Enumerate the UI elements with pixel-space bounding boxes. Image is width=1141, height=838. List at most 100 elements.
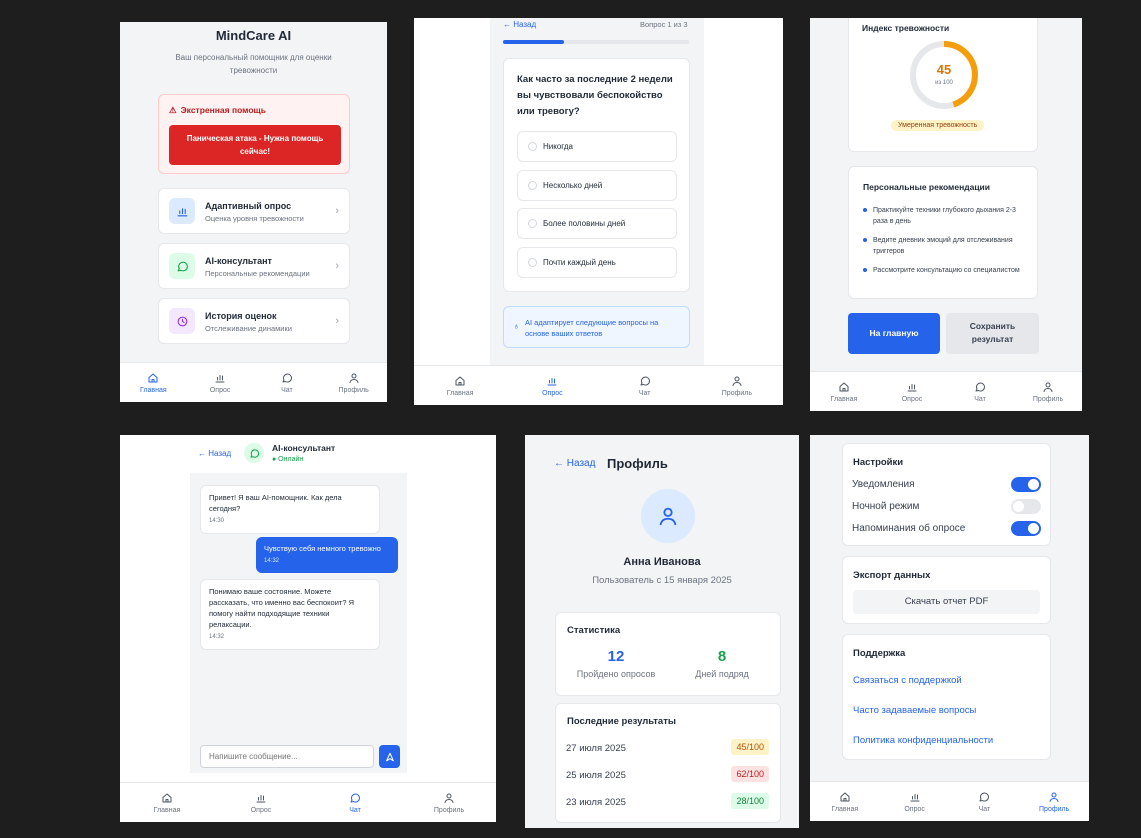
question-text: Как часто за последние 2 недели вы чувст… bbox=[517, 74, 673, 117]
option-almost-daily[interactable]: Почти каждый день bbox=[517, 247, 677, 278]
recommendation-item: Практикуйте техники глубокого дыхания 2-… bbox=[863, 205, 1028, 227]
nav-survey[interactable]: Опрос bbox=[878, 372, 946, 411]
user-icon bbox=[659, 507, 677, 526]
nav-survey[interactable]: Опрос bbox=[187, 363, 254, 402]
nav-profile[interactable]: Профиль bbox=[320, 363, 387, 402]
nav-home[interactable]: Главная bbox=[414, 366, 506, 405]
bottom-nav: Главная Опрос Чат Профиль bbox=[414, 365, 783, 405]
send-button[interactable] bbox=[379, 745, 400, 768]
nav-home[interactable]: Главная bbox=[810, 782, 880, 821]
streak-label: Дней подряд bbox=[695, 669, 749, 679]
option-several-days[interactable]: Несколько дней bbox=[517, 170, 677, 201]
home-icon bbox=[455, 376, 465, 385]
chat-icon bbox=[282, 373, 292, 382]
chat-icon bbox=[350, 793, 360, 802]
bot-avatar bbox=[244, 443, 264, 463]
nav-home[interactable]: Главная bbox=[120, 783, 214, 822]
nav-chat[interactable]: Чат bbox=[946, 372, 1014, 411]
recommendation-item: Ведите дневник эмоций для отслеживания т… bbox=[863, 235, 1028, 257]
save-result-button[interactable]: Сохранить результат bbox=[946, 313, 1039, 354]
emergency-title: ⚠ Экстренная помощь bbox=[169, 105, 266, 115]
stats-card: Статистика 12 Пройдено опросов 8 Дней по… bbox=[555, 612, 781, 696]
survey-screen: ← Назад Вопрос 1 из 3 Как часто за после… bbox=[414, 18, 783, 405]
bar-chart-icon bbox=[215, 374, 225, 382]
chevron-right-icon: › bbox=[335, 315, 339, 327]
bar-chart-icon bbox=[907, 383, 917, 391]
back-link[interactable]: ← Назад bbox=[503, 20, 536, 29]
radio-icon bbox=[528, 142, 537, 151]
app-subtitle: Ваш персональный помощник для оценки тре… bbox=[175, 53, 332, 75]
toggle-label-reminders: Напоминания об опросе bbox=[852, 523, 966, 534]
settings-title: Настройки bbox=[853, 457, 904, 468]
ai-note: ♁ AI адаптирует следующие вопросы на осн… bbox=[503, 306, 690, 348]
streak-count: 8 bbox=[717, 648, 727, 665]
bar-chart-icon bbox=[169, 198, 195, 224]
option-never[interactable]: Никогда bbox=[517, 131, 677, 162]
back-link[interactable]: ← Назад bbox=[198, 449, 231, 458]
contact-support-link[interactable]: Связаться с поддержкой bbox=[853, 675, 962, 686]
home-icon bbox=[162, 793, 172, 802]
user-icon bbox=[1043, 382, 1053, 392]
panic-button[interactable]: Паническая атака - Нужна помощь сейчас! bbox=[169, 125, 341, 165]
option-more-than-half[interactable]: Более половины дней bbox=[517, 208, 677, 239]
settings-screen: Настройки Уведомления Ночной режим Напом… bbox=[810, 435, 1089, 821]
nav-chat[interactable]: Чат bbox=[254, 363, 321, 402]
user-icon bbox=[1049, 792, 1059, 802]
nav-survey[interactable]: Опрос bbox=[214, 783, 308, 822]
score-value: 45 bbox=[936, 62, 952, 77]
back-link[interactable]: ← Назад bbox=[554, 458, 595, 469]
emergency-panel: ⚠ Экстренная помощь Паническая атака - Ну… bbox=[158, 94, 350, 174]
surveys-count: 12 bbox=[607, 648, 625, 665]
progress-track bbox=[503, 40, 689, 44]
nav-chat[interactable]: Чат bbox=[308, 783, 402, 822]
user-icon bbox=[732, 376, 742, 386]
home-button[interactable]: На главную bbox=[848, 313, 940, 354]
bottom-nav: Главная Опрос Чат Профиль bbox=[120, 362, 387, 402]
nav-profile[interactable]: Профиль bbox=[402, 783, 496, 822]
user-icon bbox=[444, 793, 454, 803]
menu-item-survey[interactable]: Адаптивный опрос Оценка уровня тревожнос… bbox=[158, 188, 350, 234]
avatar bbox=[641, 489, 695, 543]
faq-link[interactable]: Часто задаваемые вопросы bbox=[853, 705, 976, 716]
nav-survey[interactable]: Опрос bbox=[506, 366, 598, 405]
radio-icon bbox=[528, 181, 537, 190]
dark-mode-toggle[interactable] bbox=[1011, 499, 1041, 514]
results-screen: Индекс тревожности 45 из 100 Умеренная т… bbox=[810, 18, 1082, 411]
radio-icon bbox=[528, 258, 537, 267]
home-icon bbox=[148, 373, 158, 382]
nav-profile[interactable]: Профиль bbox=[1019, 782, 1089, 821]
chat-icon bbox=[249, 448, 259, 458]
result-row[interactable]: 23 июля 2025 28/100 bbox=[566, 793, 769, 809]
surveys-label: Пройдено опросов bbox=[576, 669, 656, 679]
toggle-label-dark-mode: Ночной режим bbox=[852, 501, 920, 512]
member-since: Пользователь с 15 января 2025 bbox=[592, 575, 732, 586]
menu-item-ai-consultant[interactable]: AI-консультант Персональные рекомендации… bbox=[158, 243, 350, 289]
level-badge: Умеренная тревожность bbox=[891, 120, 985, 131]
nav-survey[interactable]: Опрос bbox=[880, 782, 950, 821]
message-input[interactable] bbox=[200, 745, 374, 768]
menu-item-history[interactable]: История оценок Отслеживание динамики › bbox=[158, 298, 350, 344]
radio-icon bbox=[528, 219, 537, 228]
chat-icon bbox=[979, 792, 990, 801]
notifications-toggle[interactable] bbox=[1011, 477, 1041, 492]
survey-reminders-toggle[interactable] bbox=[1011, 521, 1041, 536]
support-title: Поддержка bbox=[853, 648, 906, 659]
chat-title: AI-консультант bbox=[272, 443, 336, 453]
nav-chat[interactable]: Чат bbox=[599, 366, 691, 405]
bar-chart-icon bbox=[256, 794, 266, 802]
page-title: Профиль bbox=[607, 456, 668, 471]
profile-screen: ← Назад Профиль Анна Иванова Пользовател… bbox=[525, 435, 799, 828]
result-row[interactable]: 25 июля 2025 62/100 bbox=[566, 766, 769, 782]
nav-profile[interactable]: Профиль bbox=[1014, 372, 1082, 411]
chat-icon bbox=[640, 376, 650, 385]
clock-icon bbox=[169, 308, 195, 334]
recommendation-item: Рассмотрите консультацию со специалистом bbox=[863, 265, 1028, 276]
nav-profile[interactable]: Профиль bbox=[691, 366, 783, 405]
nav-home[interactable]: Главная bbox=[120, 363, 187, 402]
score-badge: 45/100 bbox=[731, 739, 769, 755]
privacy-policy-link[interactable]: Политика конфиденциальности bbox=[853, 735, 993, 746]
result-row[interactable]: 27 июля 2025 45/100 bbox=[566, 739, 769, 755]
download-pdf-button[interactable]: Скачать отчет PDF bbox=[853, 590, 1040, 614]
nav-home[interactable]: Главная bbox=[810, 372, 878, 411]
nav-chat[interactable]: Чат bbox=[950, 782, 1020, 821]
